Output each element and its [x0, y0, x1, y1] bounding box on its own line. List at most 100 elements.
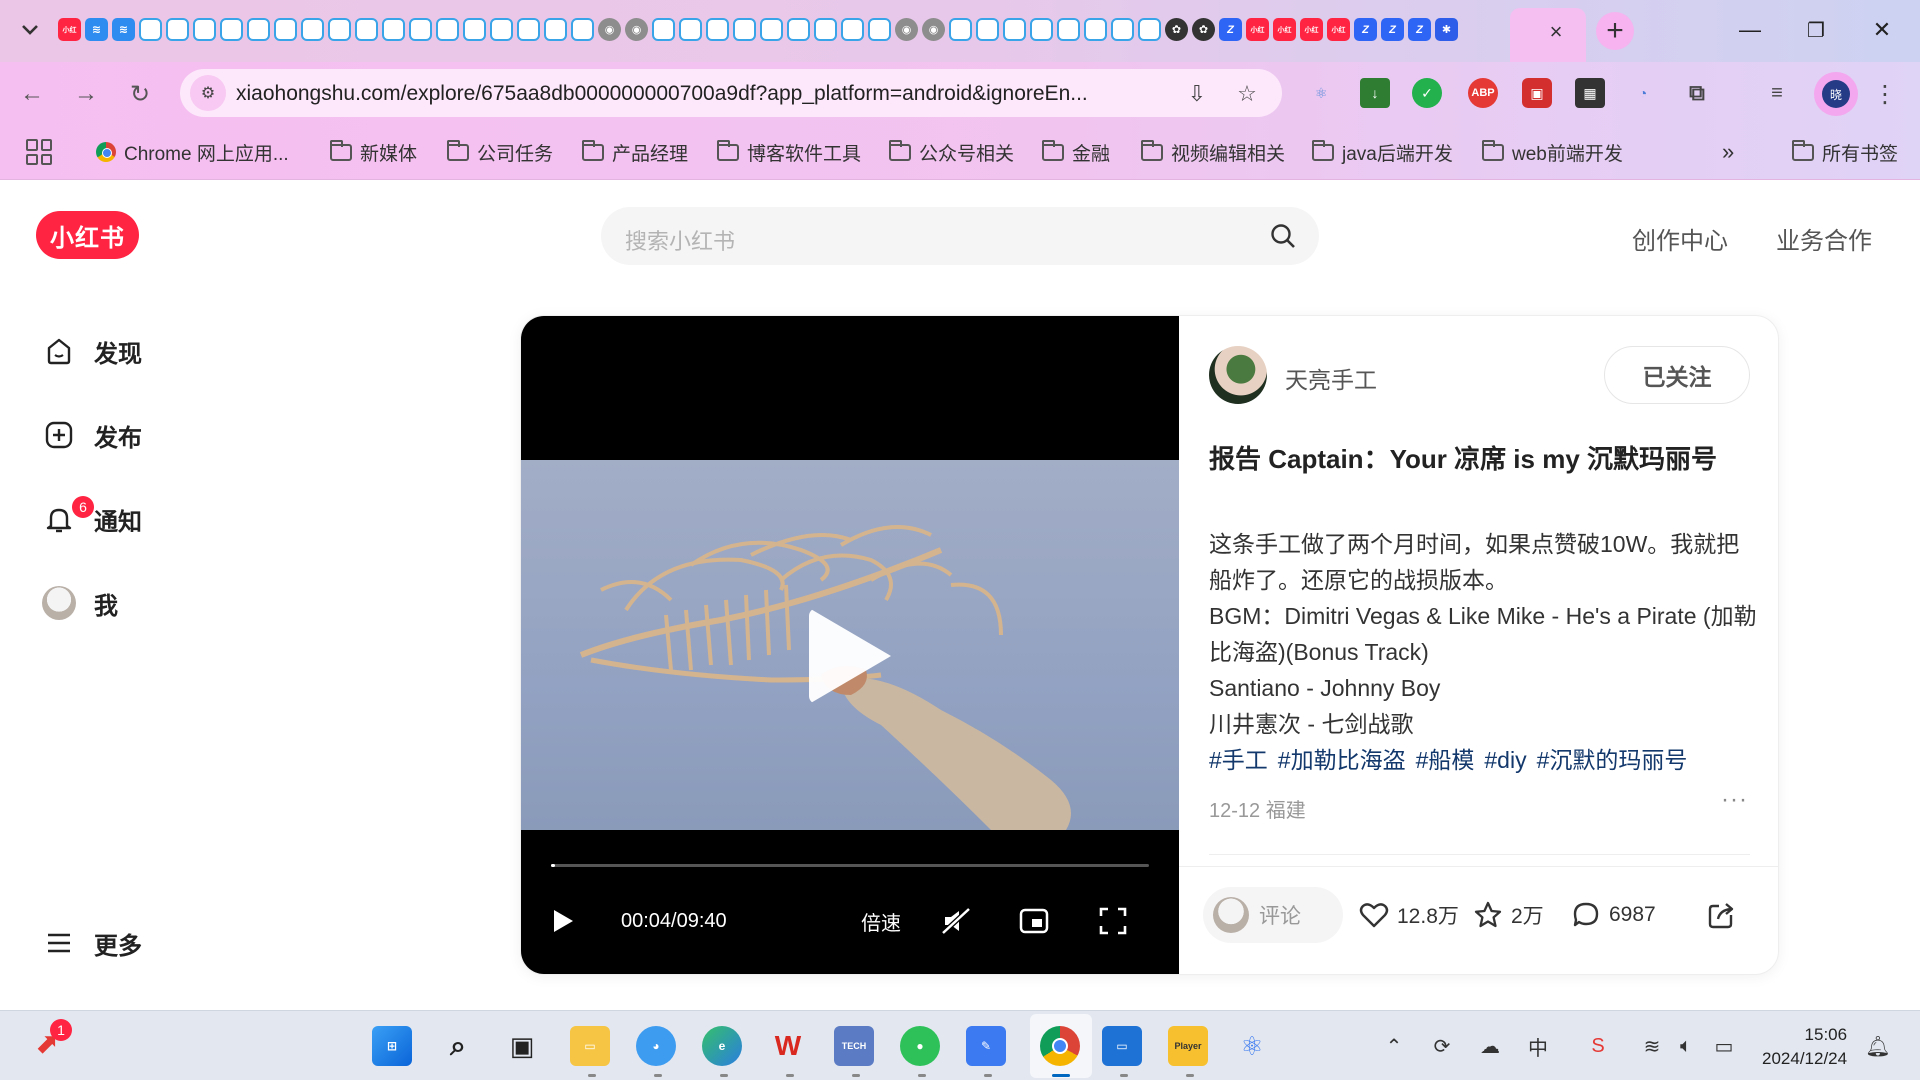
file-explorer-icon[interactable]: ▭	[570, 1026, 610, 1066]
xhs-tab-favicon-icon[interactable]: 小红	[1327, 18, 1350, 41]
comment-input[interactable]: 评论	[1203, 887, 1343, 943]
play-button[interactable]	[551, 901, 575, 941]
tv-tab-favicon-icon[interactable]	[760, 18, 783, 41]
bookmark-folder[interactable]: 新媒体	[330, 138, 417, 166]
dark-tab-favicon-icon[interactable]: ✿	[1165, 18, 1188, 41]
creator-center-link[interactable]: 创作中心	[1632, 221, 1728, 256]
green-extension-icon[interactable]: ✓	[1412, 78, 1442, 108]
bookmark-folder[interactable]: 博客软件工具	[717, 138, 861, 166]
tv-tab-favicon-icon[interactable]	[193, 18, 216, 41]
tv-tab-favicon-icon[interactable]	[1138, 18, 1161, 41]
play-overlay-icon[interactable]	[809, 608, 891, 704]
fullscreen-button[interactable]	[1099, 901, 1127, 941]
hashtag-link[interactable]: #diy	[1484, 742, 1526, 778]
search-input[interactable]: 搜索小红书	[625, 224, 735, 256]
react-extension-icon[interactable]: ⚛	[1306, 78, 1336, 108]
battery-icon[interactable]: ▭	[1710, 1033, 1738, 1059]
tv-tab-favicon-icon[interactable]	[1003, 18, 1026, 41]
tv-tab-favicon-icon[interactable]	[436, 18, 459, 41]
tv-tab-favicon-icon[interactable]	[814, 18, 837, 41]
tv-tab-favicon-icon[interactable]	[517, 18, 540, 41]
bookmark-folder[interactable]: 公司任务	[447, 138, 553, 166]
tv-tab-favicon-icon[interactable]	[949, 18, 972, 41]
tv-tab-favicon-icon[interactable]	[544, 18, 567, 41]
reload-button[interactable]: ↻	[122, 76, 158, 112]
picture-in-picture-button[interactable]	[1019, 901, 1049, 941]
bookmark-folder[interactable]: 视频编辑相关	[1141, 138, 1285, 166]
hashtag-link[interactable]: #手工	[1209, 742, 1268, 778]
system-clock[interactable]: 15:06 2024/12/24	[1762, 1023, 1847, 1071]
xhs-tab-favicon-icon[interactable]: 小红	[1246, 18, 1269, 41]
bookmark-star-icon[interactable]: ☆	[1234, 81, 1260, 107]
gray-tab-favicon-icon[interactable]: ◉	[625, 18, 648, 41]
maximize-button[interactable]: ❐	[1786, 12, 1846, 48]
tv-tab-favicon-icon[interactable]	[328, 18, 351, 41]
video-progress-bar[interactable]	[551, 864, 1149, 867]
tab-close-button[interactable]: ×	[1542, 18, 1570, 46]
url-text[interactable]: xiaohongshu.com/explore/675aa8db00000000…	[236, 82, 1186, 106]
follow-button[interactable]: 已关注	[1604, 346, 1750, 404]
bookmark-folder[interactable]: 金融	[1042, 138, 1110, 166]
all-bookmarks-button[interactable]: 所有书签	[1792, 138, 1898, 166]
tv-tab-favicon-icon[interactable]	[139, 18, 162, 41]
tv-tab-favicon-icon[interactable]	[355, 18, 378, 41]
bookmark-folder[interactable]: 产品经理	[582, 138, 688, 166]
feishu-icon[interactable]: ✎	[966, 1026, 1006, 1066]
tv-tab-favicon-icon[interactable]	[166, 18, 189, 41]
hashtag-link[interactable]: #加勒比海盗	[1278, 742, 1406, 778]
site-info-icon[interactable]: ⚙	[190, 75, 226, 111]
xhs-tab-favicon-icon[interactable]: 小红	[58, 18, 81, 41]
bookmark-folder[interactable]: web前端开发	[1482, 138, 1623, 166]
tv-tab-favicon-icon[interactable]	[247, 18, 270, 41]
comment-button[interactable]: 6987	[1571, 897, 1656, 933]
edge-icon[interactable]: e	[702, 1026, 742, 1066]
wps-icon[interactable]: W	[768, 1026, 808, 1066]
extensions-puzzle-icon[interactable]: ⧉	[1682, 78, 1712, 108]
tv-tab-favicon-icon[interactable]	[733, 18, 756, 41]
bookmark-folder[interactable]: 公众号相关	[889, 138, 1014, 166]
forward-button[interactable]: →	[68, 76, 104, 112]
author-name[interactable]: 天亮手工	[1285, 361, 1377, 395]
wifi-icon[interactable]: ≋	[1638, 1033, 1666, 1059]
gray-tab-favicon-icon[interactable]: ◉	[598, 18, 621, 41]
gray-tab-favicon-icon[interactable]: ◉	[895, 18, 918, 41]
search-icon[interactable]: ⌕	[438, 1026, 478, 1066]
profile-button[interactable]: 晓	[1814, 72, 1858, 116]
volume-icon[interactable]: 🔈︎	[1672, 1033, 1700, 1059]
sidebar-item-more[interactable]: 更多	[42, 923, 142, 963]
address-bar[interactable]: ⚙ xiaohongshu.com/explore/675aa8db000000…	[180, 69, 1282, 117]
task-view-icon[interactable]: ▣	[502, 1026, 542, 1066]
tab-search-button[interactable]	[10, 12, 50, 48]
tech-app-icon[interactable]: TECH	[834, 1026, 874, 1066]
z-tab-favicon-icon[interactable]: Z	[1381, 18, 1404, 41]
z-tab-favicon-icon[interactable]: Z	[1354, 18, 1377, 41]
tv-tab-favicon-icon[interactable]	[490, 18, 513, 41]
back-button[interactable]: ←	[14, 76, 50, 112]
tv-tab-favicon-icon[interactable]	[652, 18, 675, 41]
hashtag-link[interactable]: #船模	[1416, 742, 1475, 778]
business-link[interactable]: 业务合作	[1776, 221, 1872, 256]
tv-tab-favicon-icon[interactable]	[382, 18, 405, 41]
window-app-icon[interactable]: ▭	[1102, 1026, 1142, 1066]
share-button[interactable]	[1707, 897, 1737, 933]
hashtag-link[interactable]: #沉默的玛丽号	[1537, 742, 1688, 778]
minimize-button[interactable]: —	[1720, 12, 1780, 48]
z-tab-favicon-icon[interactable]: Z	[1408, 18, 1431, 41]
tv-tab-favicon-icon[interactable]	[1111, 18, 1134, 41]
playback-speed-button[interactable]: 倍速	[861, 901, 901, 941]
tv-tab-favicon-icon[interactable]	[274, 18, 297, 41]
xhs-tab-favicon-icon[interactable]: 小红	[1273, 18, 1296, 41]
z-tab-favicon-icon[interactable]: Z	[1219, 18, 1242, 41]
gray-tab-favicon-icon[interactable]: ◉	[922, 18, 945, 41]
close-window-button[interactable]: ✕	[1852, 12, 1912, 48]
tv-tab-favicon-icon[interactable]	[571, 18, 594, 41]
security-app-icon[interactable]: S	[1584, 1033, 1612, 1059]
xhs-logo[interactable]: 小红书	[36, 211, 139, 259]
tray-overflow-chevron-icon[interactable]: ⌃	[1380, 1033, 1408, 1059]
qr-code-extension-icon[interactable]: ▦	[1575, 78, 1605, 108]
wechat-icon[interactable]: ●	[900, 1026, 940, 1066]
tv-tab-favicon-icon[interactable]	[1084, 18, 1107, 41]
sidebar-item-me[interactable]: 我	[42, 583, 118, 623]
like-button[interactable]: 12.8万	[1359, 897, 1459, 933]
bookmark-folder[interactable]: java后端开发	[1312, 138, 1453, 166]
